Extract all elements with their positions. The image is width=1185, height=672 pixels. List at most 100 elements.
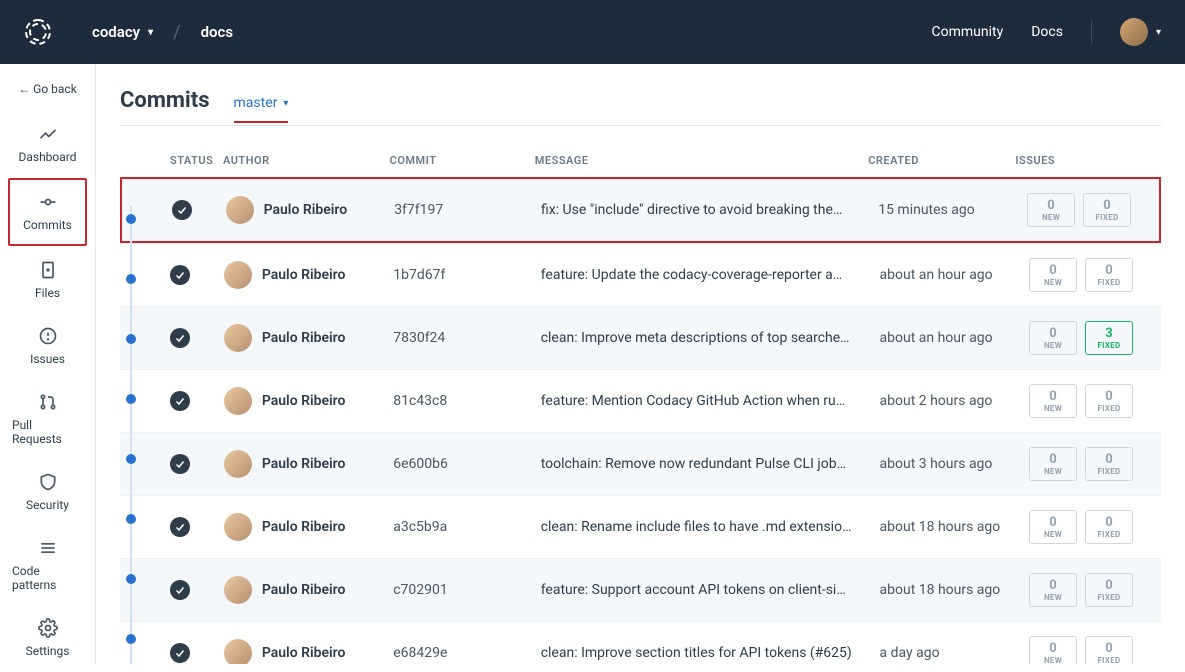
status-cell — [170, 265, 224, 285]
commit-message: fix: Use "include" directive to avoid br… — [541, 202, 878, 218]
author-name: Paulo Ribeiro — [262, 393, 346, 409]
status-check-icon — [172, 200, 192, 220]
sidebar-item-label: Issues — [30, 352, 65, 366]
header-commit: COMMIT — [390, 154, 535, 167]
issues-cell: 0NEW0FIXED — [1029, 258, 1133, 292]
header-status: STATUS — [170, 154, 223, 167]
commit-created: 15 minutes ago — [878, 202, 1027, 218]
author-avatar-icon — [224, 261, 252, 289]
commits-icon — [38, 192, 58, 212]
commit-created: a day ago — [880, 645, 1029, 661]
dashboard-icon — [38, 124, 58, 144]
author-cell: Paulo Ribeiro — [224, 324, 393, 352]
sidebar-item-codepatterns[interactable]: Code patterns — [8, 526, 87, 604]
commit-sha: 1b7d67f — [393, 267, 540, 283]
author-avatar-icon — [224, 387, 252, 415]
commit-created: about 3 hours ago — [880, 456, 1029, 472]
commit-sha: a3c5b9a — [393, 519, 540, 535]
docs-link[interactable]: Docs — [1031, 24, 1063, 40]
commit-sha: e68429e — [393, 645, 540, 661]
commit-message: feature: Mention Codacy GitHub Action wh… — [541, 393, 880, 409]
chevron-down-icon: ▾ — [1156, 27, 1161, 38]
commit-row[interactable]: Paulo Ribeiro81c43c8feature: Mention Cod… — [120, 369, 1161, 432]
commit-message: clean: Improve meta descriptions of top … — [541, 330, 880, 346]
sidebar-item-label: Files — [35, 286, 60, 300]
issues-new-badge: 0NEW — [1029, 258, 1077, 292]
logo[interactable] — [24, 18, 52, 46]
commit-row[interactable]: Paulo Ribeiro 3f7f197fix: Use "include" d… — [120, 177, 1161, 243]
commit-created: about 18 hours ago — [880, 582, 1029, 598]
chevron-down-icon: ▾ — [283, 98, 288, 109]
issues-cell: 0NEW0FIXED — [1029, 510, 1133, 544]
sidebar-item-pullrequests[interactable]: Pull Requests — [8, 380, 87, 458]
divider — [1091, 20, 1092, 44]
author-name: Paulo Ribeiro — [262, 582, 346, 598]
commit-row[interactable]: Paulo Ribeiro6e600b6toolchain: Remove no… — [120, 432, 1161, 495]
issues-cell: 0NEW0FIXED — [1029, 447, 1133, 481]
issues-new-badge: 0NEW — [1029, 384, 1077, 418]
issues-cell: 0NEW3FIXED — [1029, 321, 1133, 355]
commit-row[interactable]: Paulo Ribeiro7830f24clean: Improve meta … — [120, 306, 1161, 369]
community-link[interactable]: Community — [932, 24, 1004, 40]
sidebar-item-security[interactable]: Security — [8, 460, 87, 524]
header-issues: ISSUES — [1015, 154, 1133, 167]
sidebar-item-commits[interactable]: Commits — [8, 178, 87, 246]
issues-fixed-badge: 0FIXED — [1085, 636, 1133, 664]
sidebar-item-files[interactable]: Files — [8, 248, 87, 312]
author-cell: Paulo Ribeiro — [224, 450, 393, 478]
sidebar-item-label: Code patterns — [12, 564, 83, 592]
issues-cell: 0NEW0FIXED — [1027, 193, 1131, 227]
commit-sha: 3f7f197 — [394, 202, 541, 218]
author-name: Paulo Ribeiro — [264, 202, 348, 218]
author-name: Paulo Ribeiro — [262, 519, 346, 535]
issues-fixed-badge: 0FIXED — [1083, 193, 1131, 227]
commit-row[interactable]: Paulo Ribeiroe68429eclean: Improve secti… — [120, 621, 1161, 664]
settings-icon — [38, 618, 58, 638]
author-avatar-icon — [224, 639, 252, 664]
table-header: STATUS AUTHOR COMMIT MESSAGE CREATED ISS… — [120, 144, 1161, 177]
status-check-icon — [170, 580, 190, 600]
sidebar-item-dashboard[interactable]: Dashboard — [8, 112, 87, 176]
issues-new-badge: 0NEW — [1029, 573, 1077, 607]
branch-name-label: master — [234, 95, 278, 111]
go-back-link[interactable]: ← Go back — [0, 72, 95, 110]
status-check-icon — [170, 328, 190, 348]
author-avatar-icon — [224, 324, 252, 352]
commit-row[interactable]: Paulo Ribeiroa3c5b9aclean: Rename includ… — [120, 495, 1161, 558]
status-cell — [170, 328, 224, 348]
author-avatar-icon — [224, 450, 252, 478]
user-menu[interactable]: ▾ — [1120, 18, 1161, 46]
issues-new-badge: 0NEW — [1029, 447, 1077, 481]
issues-fixed-badge: 3FIXED — [1085, 321, 1133, 355]
issues-fixed-badge: 0FIXED — [1085, 510, 1133, 544]
org-selector[interactable]: codacy ▾ — [92, 23, 153, 41]
commit-row[interactable]: Paulo Ribeiro1b7d67ffeature: Update the … — [120, 243, 1161, 306]
commit-sha: c702901 — [393, 582, 540, 598]
sidebar-item-label: Commits — [23, 218, 72, 232]
author-name: Paulo Ribeiro — [262, 645, 346, 661]
chevron-down-icon: ▾ — [148, 27, 153, 38]
sidebar-item-issues[interactable]: Issues — [8, 314, 87, 378]
commit-created: about 2 hours ago — [880, 393, 1029, 409]
repo-name[interactable]: docs — [201, 23, 233, 41]
issues-fixed-badge: 0FIXED — [1085, 447, 1133, 481]
commit-row[interactable]: Paulo Ribeiroc702901feature: Support acc… — [120, 558, 1161, 621]
page-title: Commits — [120, 88, 210, 113]
branch-selector[interactable]: master ▾ — [234, 95, 289, 123]
issues-cell: 0NEW0FIXED — [1029, 384, 1133, 418]
issues-new-badge: 0NEW — [1029, 636, 1077, 664]
status-check-icon — [170, 391, 190, 411]
sidebar-item-settings[interactable]: Settings — [8, 606, 87, 670]
codacy-logo-icon — [24, 18, 52, 46]
breadcrumb-separator: / — [173, 22, 180, 43]
status-cell — [170, 391, 224, 411]
author-cell: Paulo Ribeiro — [224, 513, 393, 541]
header-author: AUTHOR — [223, 154, 390, 167]
header-message: MESSAGE — [535, 154, 868, 167]
sidebar-item-label: Security — [26, 498, 69, 512]
pullrequests-icon — [38, 392, 58, 412]
issues-new-badge: 0NEW — [1029, 321, 1077, 355]
status-check-icon — [170, 643, 190, 663]
status-check-icon — [170, 454, 190, 474]
author-cell: Paulo Ribeiro — [224, 639, 393, 664]
